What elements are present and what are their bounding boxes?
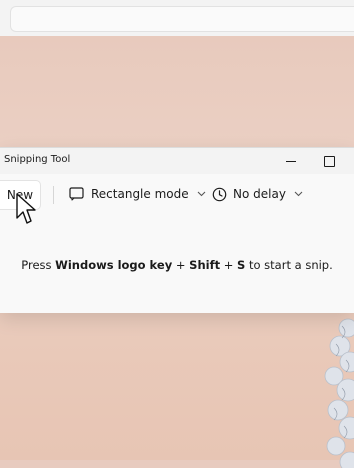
minimize-button[interactable] [274,148,308,174]
toolbar-separator [53,186,54,204]
title-bar[interactable]: Snipping Tool [0,148,354,174]
lace-decoration [324,318,354,468]
toolbar: New Rectangle mode No delay [0,175,354,213]
message-key-windows: Windows logo key [55,258,173,272]
rectangle-snip-icon [69,187,84,201]
background-window-bar [10,6,354,32]
delay-dropdown[interactable]: No delay [208,180,307,208]
message-prefix: Press [21,258,56,272]
instruction-message: Press Windows logo key + Shift + S to st… [0,258,354,272]
maximize-button[interactable] [312,148,346,174]
maximize-icon [323,155,335,167]
snip-mode-label: Rectangle mode [91,187,189,201]
snipping-tool-window: Snipping Tool New Rectangle mode No dela… [0,147,354,313]
snip-mode-dropdown[interactable]: Rectangle mode [65,180,210,208]
message-plus: + [172,258,190,272]
chevron-down-icon [294,191,303,197]
minimize-icon [286,160,296,162]
clock-icon [212,187,227,201]
chevron-down-icon [197,191,206,197]
background-window-strip [0,0,354,37]
delay-label: No delay [233,187,286,201]
message-key-shift: Shift [189,258,221,272]
mouse-pointer-icon [16,193,36,224]
message-plus: + [220,258,238,272]
window-title: Snipping Tool [4,154,71,165]
message-suffix: to start a snip. [245,258,333,272]
